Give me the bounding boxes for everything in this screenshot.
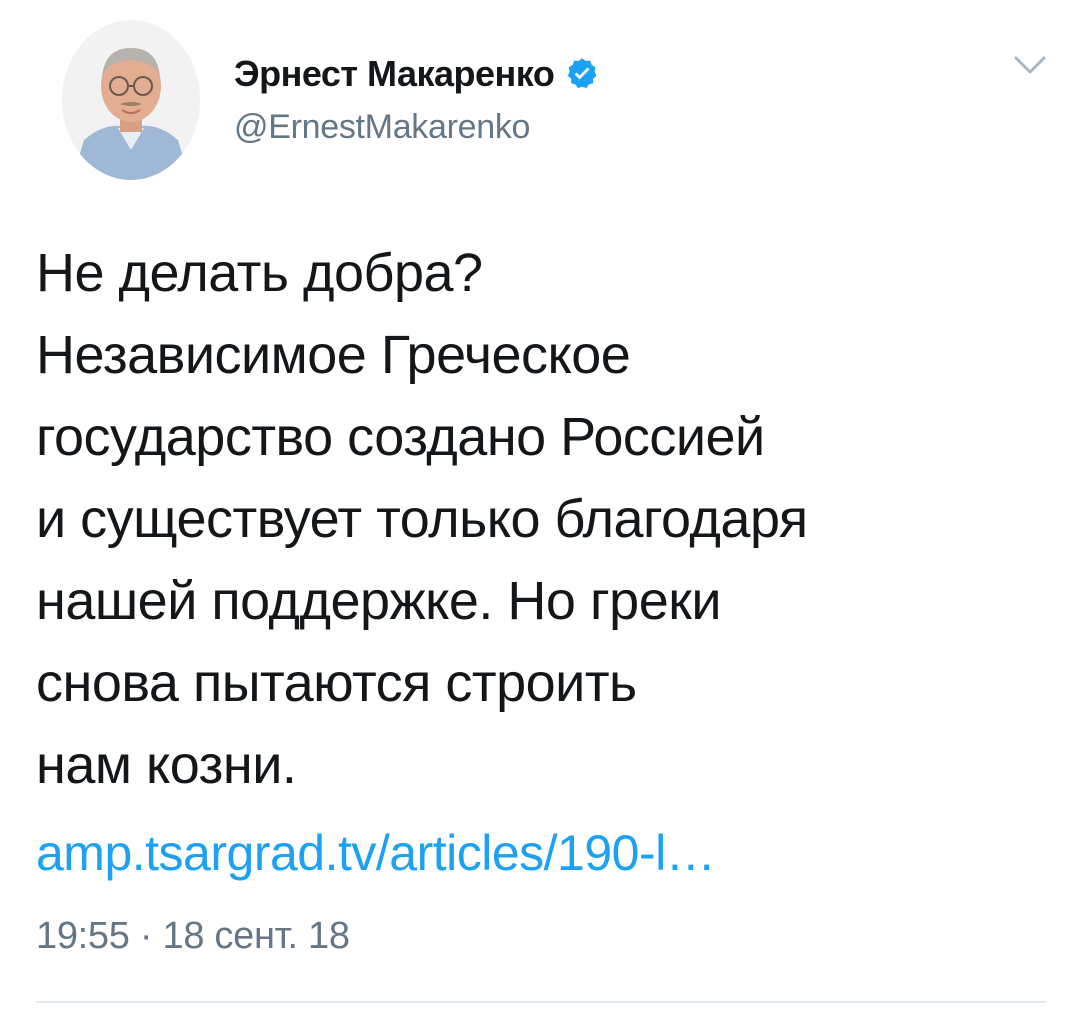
avatar-photo — [62, 20, 200, 180]
tweet-text-line: Не делать добра? — [36, 243, 483, 303]
avatar[interactable] — [62, 20, 200, 180]
tweet-card: Эрнест Макаренко @ErnestMakarenko Не дел… — [0, 0, 1080, 1024]
article-link[interactable]: amp.tsargrad.tv/articles/190-l… — [36, 818, 716, 888]
tweet-date: 18 сент. 18 — [162, 915, 350, 957]
divider — [36, 1001, 1046, 1003]
tweet-text: Не делать добра? Независимое Греческое г… — [36, 232, 1046, 806]
author-header: Эрнест Макаренко @ErnestMakarenko — [234, 50, 600, 147]
tweet-timestamp[interactable]: 19:55 · 18 сент. 18 — [36, 915, 350, 958]
verified-badge-icon — [564, 56, 600, 92]
meta-separator: · — [139, 915, 153, 957]
handle[interactable]: @ErnestMakarenko — [234, 108, 600, 147]
chevron-down-icon[interactable] — [1010, 54, 1050, 78]
tweet-text-line: государство создано Россией — [36, 407, 765, 467]
tweet-time: 19:55 — [36, 915, 130, 957]
tweet-text-line: нашей поддержке. Но греки — [36, 571, 722, 631]
tweet-text-line: снова пытаются строить — [36, 653, 637, 713]
display-name[interactable]: Эрнест Макаренко — [234, 53, 555, 95]
tweet-text-line: Независимое Греческое — [36, 325, 631, 385]
name-row: Эрнест Макаренко — [234, 50, 600, 98]
tweet-text-line: и существует только благодаря — [36, 489, 808, 549]
tweet-text-line: нам козни. — [36, 735, 297, 795]
